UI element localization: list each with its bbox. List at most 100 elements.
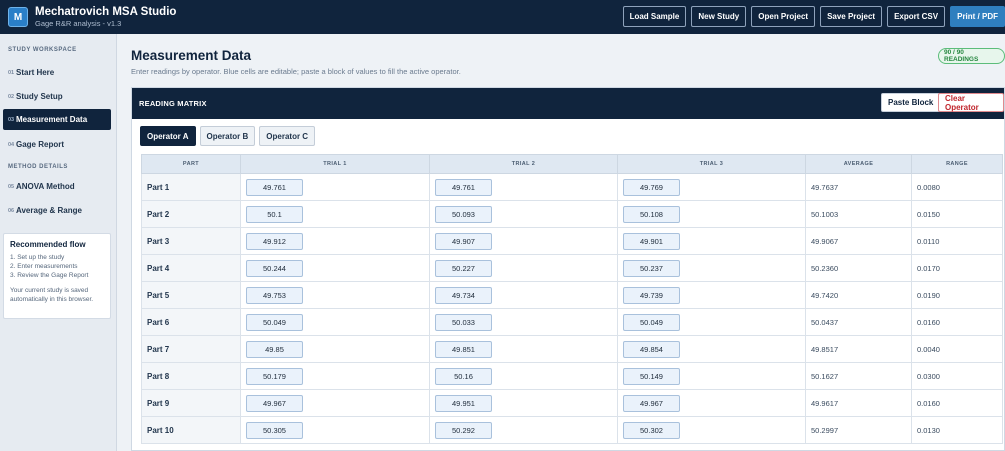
column-header-range: RANGE — [911, 154, 1003, 174]
range-value: 0.0160 — [911, 308, 1003, 336]
brand: Mechatrovich MSA Studio Gage R&R analysi… — [35, 6, 176, 29]
trial-2-input[interactable]: 49.761 — [435, 178, 492, 196]
trial-cell: 49.967 — [240, 389, 430, 417]
trial-2-input[interactable]: 49.907 — [435, 232, 492, 250]
part-name: Part 4 — [141, 254, 241, 282]
reading-matrix-card: READING MATRIX Paste Block Clear Operato… — [131, 87, 1005, 451]
part-name: Part 9 — [141, 389, 241, 417]
trial-1-input[interactable]: 50.244 — [246, 259, 303, 277]
page-title: Measurement Data — [131, 48, 252, 63]
table-row: Part 5 49.753 49.734 49.739 49.7420 0.0190 — [141, 281, 1003, 309]
trial-2-input[interactable]: 50.093 — [435, 205, 492, 223]
trial-cell: 50.108 — [617, 200, 806, 228]
trial-2-input[interactable]: 49.734 — [435, 286, 492, 304]
sidebar: STUDY WORKSPACE 01 Start Here 02 Study S… — [0, 34, 117, 451]
sidebar-item-anova-method[interactable]: 05 ANOVA Method — [3, 176, 111, 197]
tab-operator-a[interactable]: Operator A — [140, 126, 196, 146]
nav-label: Study Setup — [16, 92, 63, 101]
sidebar-item-measurement-data[interactable]: 03 Measurement Data — [3, 109, 111, 130]
table-row: Part 3 49.912 49.907 49.901 49.9067 0.0110 — [141, 227, 1003, 255]
trial-cell: 50.179 — [240, 362, 430, 390]
trial-cell: 50.292 — [429, 416, 618, 444]
trial-cell: 50.149 — [617, 362, 806, 390]
trial-cell: 49.734 — [429, 281, 618, 309]
trial-1-input[interactable]: 50.049 — [246, 313, 303, 331]
range-value: 0.0170 — [911, 254, 1003, 282]
page-subtitle: Enter readings by operator. Blue cells a… — [131, 67, 461, 76]
trial-3-input[interactable]: 49.901 — [623, 232, 680, 250]
trial-2-input[interactable]: 50.292 — [435, 421, 492, 439]
trial-1-input[interactable]: 49.753 — [246, 286, 303, 304]
trial-3-input[interactable]: 50.237 — [623, 259, 680, 277]
tab-operator-c[interactable]: Operator C — [259, 126, 316, 146]
trial-2-input[interactable]: 49.851 — [435, 340, 492, 358]
trial-1-input[interactable]: 50.179 — [246, 367, 303, 385]
trial-3-input[interactable]: 50.108 — [623, 205, 680, 223]
trial-cell: 50.244 — [240, 254, 430, 282]
paste-block-button[interactable]: Paste Block — [881, 93, 941, 112]
column-header-trial-1: TRIAL 1 — [240, 154, 430, 174]
trial-1-input[interactable]: 49.85 — [246, 340, 303, 358]
nav-number: 03 — [8, 116, 15, 123]
export-csv-button[interactable]: Export CSV — [887, 6, 946, 27]
trial-3-input[interactable]: 50.149 — [623, 367, 680, 385]
average-value: 50.1627 — [805, 362, 912, 390]
sidebar-item-start-here[interactable]: 01 Start Here — [3, 62, 111, 83]
trial-cell: 50.237 — [617, 254, 806, 282]
nav-number: 05 — [8, 183, 15, 190]
section-label-method-details: METHOD DETAILS — [8, 164, 68, 170]
trial-1-input[interactable]: 49.912 — [246, 232, 303, 250]
sidebar-item-study-setup[interactable]: 02 Study Setup — [3, 86, 111, 107]
trial-3-input[interactable]: 49.854 — [623, 340, 680, 358]
tab-operator-b[interactable]: Operator B — [199, 126, 256, 146]
trial-cell: 50.16 — [429, 362, 618, 390]
nav-number: 02 — [8, 93, 15, 100]
trial-3-input[interactable]: 49.967 — [623, 394, 680, 412]
trial-3-input[interactable]: 49.769 — [623, 178, 680, 196]
table-row: Part 8 50.179 50.16 50.149 50.1627 0.0300 — [141, 362, 1003, 390]
trial-3-input[interactable]: 50.049 — [623, 313, 680, 331]
trial-3-input[interactable]: 50.302 — [623, 421, 680, 439]
part-name: Part 6 — [141, 308, 241, 336]
trial-cell: 49.907 — [429, 227, 618, 255]
trial-1-input[interactable]: 49.967 — [246, 394, 303, 412]
table-row: Part 10 50.305 50.292 50.302 50.2997 0.0130 — [141, 416, 1003, 444]
open-project-button[interactable]: Open Project — [751, 6, 816, 27]
table-row: Part 4 50.244 50.227 50.237 50.2360 0.0170 — [141, 254, 1003, 282]
trial-1-input[interactable]: 49.761 — [246, 178, 303, 196]
trial-2-input[interactable]: 50.16 — [435, 367, 492, 385]
part-name: Part 1 — [141, 173, 241, 201]
trial-3-input[interactable]: 49.739 — [623, 286, 680, 304]
trial-cell: 49.901 — [617, 227, 806, 255]
trial-2-input[interactable]: 50.227 — [435, 259, 492, 277]
nav-label: ANOVA Method — [16, 182, 75, 191]
table-row: Part 7 49.85 49.851 49.854 49.8517 0.0040 — [141, 335, 1003, 363]
card-header: READING MATRIX — [132, 88, 1004, 119]
part-name: Part 7 — [141, 335, 241, 363]
average-value: 50.2360 — [805, 254, 912, 282]
trial-2-input[interactable]: 50.033 — [435, 313, 492, 331]
range-value: 0.0190 — [911, 281, 1003, 309]
average-value: 49.7420 — [805, 281, 912, 309]
load-sample-button[interactable]: Load Sample — [622, 6, 687, 27]
trial-cell: 49.739 — [617, 281, 806, 309]
nav-label: Start Here — [16, 68, 55, 77]
flow-step: 3. Review the Gage Report — [10, 272, 89, 279]
print-pdf-button[interactable]: Print / PDF — [950, 6, 1005, 27]
save-project-button[interactable]: Save Project — [820, 6, 883, 27]
trial-2-input[interactable]: 49.951 — [435, 394, 492, 412]
app-logo: M — [8, 7, 28, 27]
average-value: 49.9067 — [805, 227, 912, 255]
sidebar-item-average-range[interactable]: 06 Average & Range — [3, 200, 111, 221]
toolbar-actions: Load Sample New Study Open Project Save … — [622, 6, 1005, 27]
nav-number: 06 — [8, 207, 15, 214]
nav-number: 04 — [8, 141, 15, 148]
trial-cell: 50.1 — [240, 200, 430, 228]
table-row: Part 2 50.1 50.093 50.108 50.1003 0.0150 — [141, 200, 1003, 228]
range-value: 0.0080 — [911, 173, 1003, 201]
sidebar-item-gage-report[interactable]: 04 Gage Report — [3, 134, 111, 155]
trial-1-input[interactable]: 50.1 — [246, 205, 303, 223]
clear-operator-button[interactable]: Clear Operator — [938, 93, 1004, 112]
new-study-button[interactable]: New Study — [691, 6, 747, 27]
trial-1-input[interactable]: 50.305 — [246, 421, 303, 439]
